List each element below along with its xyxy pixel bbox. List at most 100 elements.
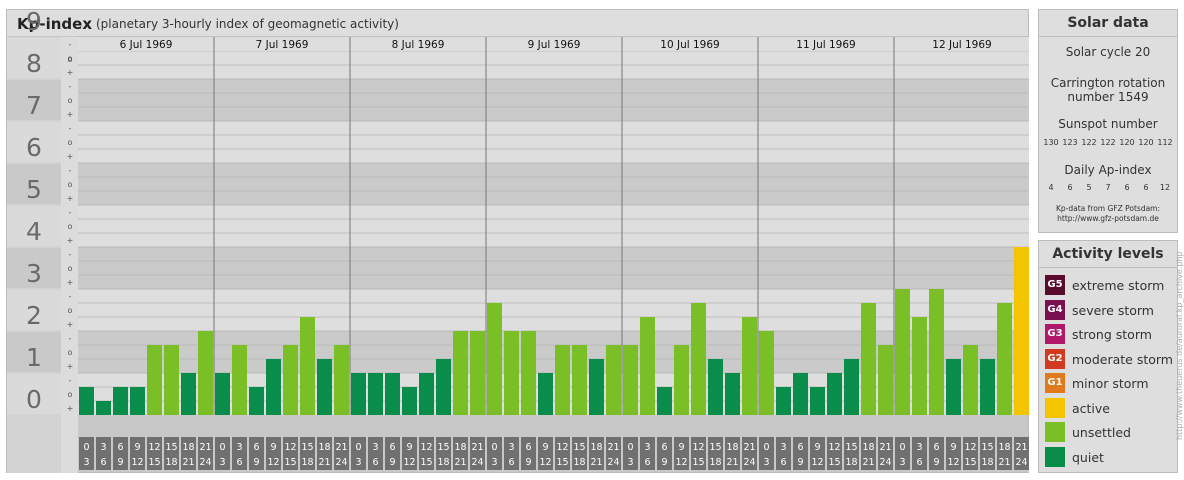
interval-start: 21 bbox=[743, 442, 755, 453]
interval-start: 6 bbox=[389, 442, 395, 453]
interval-end: 21 bbox=[318, 457, 330, 468]
sunspot-label: Sunspot number bbox=[1058, 117, 1158, 131]
sunspot-value: 122 bbox=[1081, 138, 1097, 147]
solar-cycle: Solar cycle 20 bbox=[1065, 45, 1151, 59]
y-sub-tick: + bbox=[67, 110, 74, 119]
interval-end: 3 bbox=[491, 457, 497, 468]
sunspot-values: 130 123 122 122 120 120 112 bbox=[1039, 138, 1177, 147]
interval-end: 24 bbox=[335, 457, 347, 468]
interval-start: 3 bbox=[780, 442, 786, 453]
kp-bar bbox=[810, 386, 825, 415]
kp-bar bbox=[623, 344, 638, 415]
y-sub-tick: o bbox=[68, 222, 73, 231]
kp-band bbox=[78, 163, 1029, 205]
interval-end: 12 bbox=[811, 457, 823, 468]
day-label: 11 Jul 1969 bbox=[796, 39, 855, 51]
interval-end: 18 bbox=[573, 457, 585, 468]
interval-start: 0 bbox=[491, 442, 497, 453]
interval-end: 3 bbox=[899, 457, 905, 468]
interval-end: 21 bbox=[726, 457, 738, 468]
kp-bar bbox=[300, 317, 315, 415]
activity-level-label: strong storm bbox=[1072, 327, 1152, 342]
interval-end: 3 bbox=[219, 457, 225, 468]
activity-level-swatch: G3 bbox=[1045, 324, 1065, 344]
y-sub-tick: o bbox=[68, 180, 73, 189]
interval-start: 6 bbox=[661, 442, 667, 453]
interval-end: 6 bbox=[644, 457, 650, 468]
activity-level-swatch: G1 bbox=[1045, 373, 1065, 393]
kp-bar bbox=[198, 331, 213, 415]
y-sub-tick: o bbox=[68, 390, 73, 399]
kp-band bbox=[78, 79, 1029, 121]
interval-end: 12 bbox=[131, 457, 143, 468]
kp-bar bbox=[657, 386, 672, 415]
interval-start: 3 bbox=[100, 442, 106, 453]
y-sub-tick: - bbox=[69, 82, 72, 91]
interval-start: 9 bbox=[134, 442, 140, 453]
kp-bar bbox=[385, 373, 400, 415]
kp-chart: 0123456789+o-+o-+o-+o-+o-+o-+o-+o-+o-o6 … bbox=[7, 7, 1029, 473]
kp-bar bbox=[130, 386, 145, 415]
interval-end: 3 bbox=[83, 457, 89, 468]
interval-start: 21 bbox=[879, 442, 891, 453]
ap-label: Daily Ap-index bbox=[1064, 163, 1152, 177]
interval-end: 6 bbox=[780, 457, 786, 468]
day-label: 10 Jul 1969 bbox=[660, 39, 719, 51]
interval-start: 0 bbox=[627, 442, 633, 453]
solar-data-title: Solar data bbox=[1039, 10, 1177, 37]
y-tick-label: 1 bbox=[26, 343, 42, 372]
interval-start: 3 bbox=[644, 442, 650, 453]
interval-start: 12 bbox=[420, 442, 432, 453]
y-sub-tick: - bbox=[69, 208, 72, 217]
kp-bar bbox=[232, 344, 247, 415]
interval-end: 24 bbox=[199, 457, 211, 468]
kp-bar bbox=[181, 373, 196, 415]
kp-bar bbox=[1014, 247, 1029, 415]
kp-bar bbox=[708, 359, 723, 415]
kp-band bbox=[78, 121, 1029, 163]
interval-end: 15 bbox=[692, 457, 704, 468]
y-tick-label: 3 bbox=[26, 259, 42, 288]
ap-value: 7 bbox=[1105, 183, 1111, 192]
y-tick-label: 7 bbox=[26, 91, 42, 120]
interval-start: 18 bbox=[318, 442, 330, 453]
interval-start: 9 bbox=[270, 442, 276, 453]
ap-value: 6 bbox=[1124, 183, 1130, 192]
interval-end: 9 bbox=[389, 457, 395, 468]
interval-end: 12 bbox=[947, 457, 959, 468]
interval-end: 18 bbox=[845, 457, 857, 468]
interval-start: 18 bbox=[726, 442, 738, 453]
interval-end: 18 bbox=[301, 457, 313, 468]
kp-bar bbox=[436, 359, 451, 415]
carrington-line-2: number 1549 bbox=[1067, 90, 1149, 104]
activity-level-label: minor storm bbox=[1072, 376, 1149, 391]
interval-end: 24 bbox=[743, 457, 755, 468]
interval-start: 18 bbox=[454, 442, 466, 453]
interval-end: 21 bbox=[590, 457, 602, 468]
kp-bar bbox=[164, 344, 179, 415]
interval-start: 9 bbox=[950, 442, 956, 453]
interval-end: 24 bbox=[1015, 457, 1027, 468]
interval-start: 3 bbox=[236, 442, 242, 453]
interval-end: 18 bbox=[981, 457, 993, 468]
y-sub-tick: + bbox=[67, 320, 74, 329]
interval-end: 15 bbox=[556, 457, 568, 468]
kp-bar bbox=[521, 331, 536, 415]
kp-bar bbox=[742, 317, 757, 415]
interval-end: 3 bbox=[355, 457, 361, 468]
kp-bar bbox=[334, 344, 349, 415]
y-tick-label: 5 bbox=[26, 175, 42, 204]
interval-end: 9 bbox=[797, 457, 803, 468]
interval-end: 18 bbox=[437, 457, 449, 468]
day-label: 9 Jul 1969 bbox=[528, 39, 581, 51]
kp-bar bbox=[878, 344, 893, 415]
kp-bar bbox=[351, 373, 366, 415]
interval-start: 9 bbox=[542, 442, 548, 453]
sunspot-value: 112 bbox=[1157, 138, 1173, 147]
y-sub-tick: + bbox=[67, 278, 74, 287]
sunspot-value: 120 bbox=[1138, 138, 1154, 147]
activity-level-swatch bbox=[1045, 397, 1065, 418]
kp-band bbox=[78, 247, 1029, 289]
interval-end: 21 bbox=[862, 457, 874, 468]
kp-bar bbox=[249, 386, 264, 415]
